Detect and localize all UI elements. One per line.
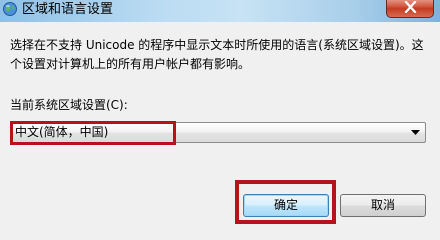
dialog-body: 选择在不支持 Unicode 的程序中显示文本时所使用的语言(系统区域设置)。这… xyxy=(0,22,440,230)
title-bar[interactable]: 区域和语言设置 xyxy=(0,0,440,22)
region-language-dialog: 区域和语言设置 选择在不支持 Unicode 的程序中显示文本时所使用的语言(系… xyxy=(0,0,440,230)
globe-icon xyxy=(2,1,18,17)
window-title: 区域和语言设置 xyxy=(22,2,114,17)
chevron-down-icon xyxy=(411,130,420,135)
locale-highlight-box xyxy=(10,121,176,145)
locale-label: 当前系统区域设置(C): xyxy=(10,98,128,112)
close-icon xyxy=(404,1,417,13)
description-line: 选择在不支持 Unicode 的程序中显示文本时所使用的语言(系统区域设置)。这 xyxy=(10,38,424,52)
description-text: 选择在不支持 Unicode 的程序中显示文本时所使用的语言(系统区域设置)。这… xyxy=(10,36,435,74)
description-line: 个设置对计算机上的所有用户帐户都有影响。 xyxy=(10,57,251,71)
close-button[interactable] xyxy=(386,0,434,18)
ok-highlight-box xyxy=(235,180,336,224)
cancel-button[interactable]: 取消 xyxy=(340,194,426,217)
